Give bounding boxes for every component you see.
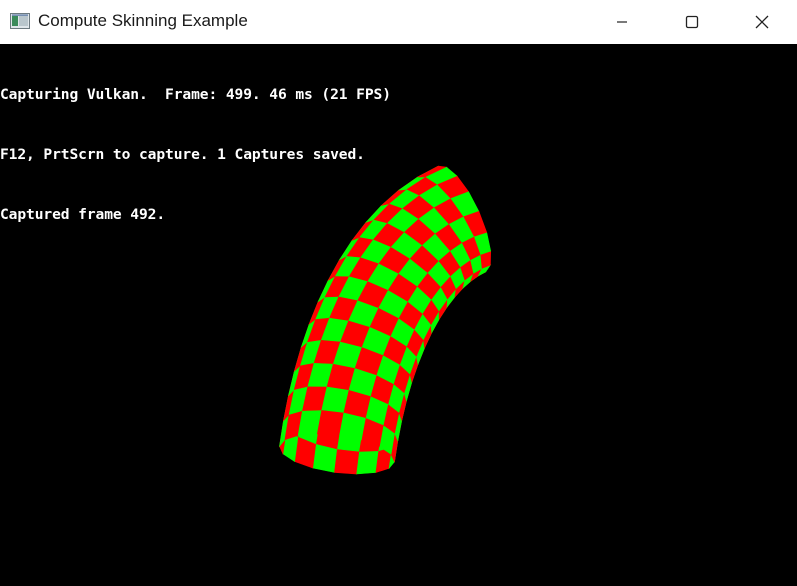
overlay-line-capture-status: Capturing Vulkan. Frame: 499. 46 ms (21 …	[0, 86, 391, 103]
overlay-line-capture-hint: F12, PrtScrn to capture. 1 Captures save…	[0, 146, 365, 163]
title-bar[interactable]: Compute Skinning Example	[0, 0, 797, 44]
overlay-line-captured-frame: Captured frame 492.	[0, 206, 166, 223]
minimize-icon	[617, 21, 627, 23]
app-window-icon	[10, 13, 30, 29]
maximize-icon	[685, 15, 699, 29]
maximize-button[interactable]	[657, 0, 727, 44]
window-title: Compute Skinning Example	[38, 11, 248, 30]
app-window: Compute Skinning Example Capturing Vulka…	[0, 0, 797, 586]
capture-status-overlay: Capturing Vulkan. Frame: 499. 46 ms (21 …	[0, 45, 391, 265]
close-button[interactable]	[727, 0, 797, 44]
close-icon	[755, 15, 769, 29]
minimize-button[interactable]	[587, 0, 657, 44]
tube-checker-tile	[334, 448, 360, 475]
tube-checker-tile	[356, 450, 380, 475]
tube-checker-tile	[316, 409, 345, 436]
